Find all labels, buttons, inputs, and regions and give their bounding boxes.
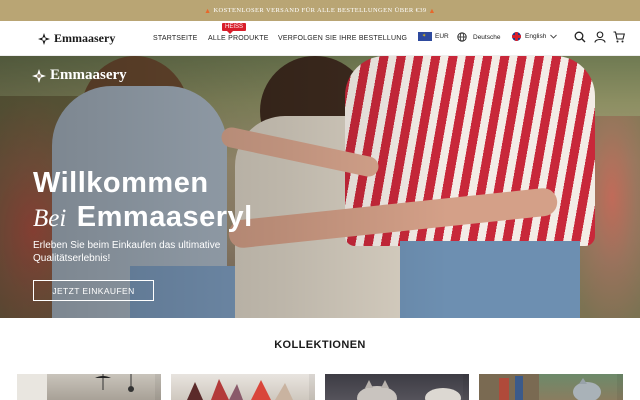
collections-title: KOLLEKTIONEN (274, 339, 366, 351)
user-icon[interactable] (594, 31, 606, 43)
announcement-bar: ▲ KOSTENLOSER VERSAND FÜR ALLE BESTELLUN… (0, 0, 640, 21)
currency-selector[interactable]: EUR (418, 32, 449, 41)
collection-image (17, 374, 134, 400)
uk-flag-icon (512, 32, 521, 41)
fire-icon: ▲ (428, 6, 436, 15)
collection-card[interactable] (17, 374, 161, 400)
collection-card[interactable] (479, 374, 623, 400)
fire-icon: ▲ (204, 6, 212, 15)
globe-icon (457, 32, 467, 42)
collection-card[interactable] (171, 374, 315, 400)
chevron-down-icon (550, 34, 558, 39)
region-label: Deutsche (473, 33, 501, 41)
card-shadow (463, 374, 469, 400)
logo-mark-icon (38, 32, 50, 45)
nav-track-order[interactable]: VERFOLGEN SIE IHRE BESTELLUNG (278, 35, 407, 42)
site-logo[interactable]: Emmaasery (38, 31, 115, 46)
region-selector[interactable]: Deutsche (457, 32, 500, 42)
hero-subtitle: Erleben Sie beim Einkaufen das ultimativ… (33, 240, 221, 264)
hero-banner: Emmaasery Willkommen Bei Emmaaseryl Erle… (0, 56, 640, 318)
search-icon[interactable] (574, 31, 586, 43)
cart-icon[interactable] (613, 31, 625, 43)
site-header: Emmaasery STARTSEITE ALLE PRODUKTE HEISS… (0, 21, 640, 56)
card-shadow (309, 374, 315, 400)
announcement-text: KOSTENLOSER VERSAND FÜR ALLE BESTELLUNGE… (213, 7, 427, 14)
collection-card[interactable] (325, 374, 469, 400)
language-selector[interactable]: English (512, 32, 558, 41)
hot-badge: HEISS (222, 23, 247, 34)
nav-home[interactable]: STARTSEITE (153, 35, 198, 42)
card-shadow (155, 374, 161, 400)
collection-image (187, 379, 293, 400)
hero-title-brand: Emmaaseryl (76, 201, 253, 233)
collection-image (357, 380, 461, 400)
eu-flag-icon (418, 32, 432, 41)
hero-title: Willkommen (33, 167, 209, 199)
hero-title-line2: Bei Emmaaseryl (33, 201, 253, 234)
logo-mark-icon (32, 68, 46, 83)
hero-title-bei: Bei (33, 205, 67, 232)
hero-logo: Emmaasery (32, 67, 127, 84)
language-label: English (525, 33, 547, 40)
card-shadow (617, 374, 623, 400)
shop-now-button[interactable]: JETZT EINKAUFEN (33, 280, 154, 301)
currency-label: EUR (435, 33, 449, 40)
hero-logo-text: Emmaasery (50, 67, 127, 83)
collection-image (479, 374, 601, 400)
logo-text: Emmaasery (54, 31, 116, 45)
nav-all-products[interactable]: ALLE PRODUKTE (208, 35, 269, 42)
